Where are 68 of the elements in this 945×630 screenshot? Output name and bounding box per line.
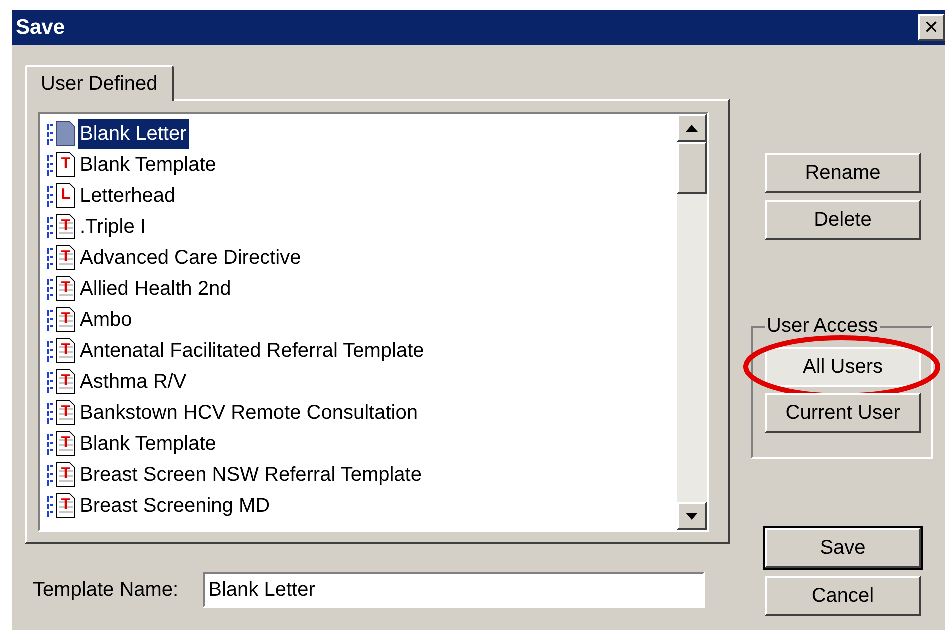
document-icon xyxy=(46,462,78,488)
item-label: Allied Health 2nd xyxy=(79,276,232,302)
template-name-field[interactable]: Blank Letter xyxy=(202,572,705,608)
item-label: Ambo xyxy=(79,308,134,332)
icon-letter: T xyxy=(60,154,72,172)
list-item[interactable]: T Breast Screen NSW Referral Template xyxy=(46,459,677,490)
list-item[interactable]: L Letterhead xyxy=(46,180,677,211)
item-label: Advanced Care Directive xyxy=(79,246,302,270)
list-item[interactable]: T Bankstown HCV Remote Consultation xyxy=(46,397,677,428)
list-item[interactable]: T Antenatal Facilitated Referral Template xyxy=(46,335,677,366)
access-button[interactable]: All Users xyxy=(765,347,921,387)
item-label: Asthma R/V xyxy=(79,370,188,394)
document-icon xyxy=(46,492,78,518)
document-icon xyxy=(46,306,78,332)
template-name-label: Template Name: xyxy=(33,578,179,603)
document-icon xyxy=(46,214,78,240)
document-icon xyxy=(46,244,78,270)
icon-letter: T xyxy=(60,464,72,482)
icon-letter: T xyxy=(60,340,72,358)
item-label: Breast Screen NSW Referral Template xyxy=(79,462,423,488)
window-title: Save xyxy=(16,14,66,41)
icon-letter: T xyxy=(60,278,72,296)
list-item[interactable]: T Blank Template xyxy=(46,149,677,180)
item-label: Antenatal Facilitated Referral Template xyxy=(79,338,426,364)
item-label: Letterhead xyxy=(79,184,177,208)
document-icon xyxy=(46,338,78,364)
document-icon xyxy=(46,152,78,178)
scroll-thumb[interactable] xyxy=(677,142,707,194)
icon-letter: T xyxy=(60,496,72,514)
action-button[interactable]: Rename xyxy=(765,153,921,193)
list-item[interactable]: T Advanced Care Directive xyxy=(46,242,677,273)
icon-letter: T xyxy=(60,310,72,328)
list-item[interactable]: T .Triple I xyxy=(46,211,677,242)
list-item[interactable]: T Breast Screening MD xyxy=(46,490,677,521)
list-item[interactable]: T Allied Health 2nd xyxy=(46,273,677,304)
document-icon xyxy=(46,182,78,208)
action-button[interactable]: Delete xyxy=(765,200,921,240)
icon-letter: T xyxy=(60,248,72,266)
list-item[interactable]: Blank Letter xyxy=(46,118,677,149)
icon-letter: T xyxy=(60,216,72,234)
scrollbar[interactable] xyxy=(677,114,707,530)
up-arrow-icon xyxy=(686,124,698,132)
item-label: Breast Screening MD xyxy=(79,494,272,518)
list-item[interactable]: T Blank Template xyxy=(46,428,677,459)
down-arrow-icon xyxy=(686,512,698,520)
document-icon xyxy=(46,430,78,456)
document-icon xyxy=(46,120,78,146)
document-icon xyxy=(46,400,78,426)
list-item[interactable]: T Asthma R/V xyxy=(46,366,677,397)
dialog-button[interactable]: Save xyxy=(765,528,921,568)
item-label: .Triple I xyxy=(79,214,147,240)
item-label: Blank Letter xyxy=(78,118,189,148)
dialog-button[interactable]: Cancel xyxy=(765,576,921,616)
tab[interactable]: User Defined xyxy=(25,65,174,101)
item-label: Blank Template xyxy=(79,152,218,178)
icon-letter: T xyxy=(60,402,72,420)
scroll-down-button[interactable] xyxy=(677,502,707,530)
item-label: Blank Template xyxy=(79,432,218,456)
access-button[interactable]: Current User xyxy=(765,393,921,433)
close-button[interactable]: × xyxy=(918,14,945,41)
icon-letter: T xyxy=(60,372,72,390)
document-icon xyxy=(46,368,78,394)
item-label: Bankstown HCV Remote Consultation xyxy=(79,400,419,426)
scroll-up-button[interactable] xyxy=(677,114,707,142)
document-icon xyxy=(46,276,78,302)
icon-letter: T xyxy=(60,434,72,452)
icon-letter: L xyxy=(60,186,72,204)
list-item[interactable]: T Ambo xyxy=(46,304,677,335)
